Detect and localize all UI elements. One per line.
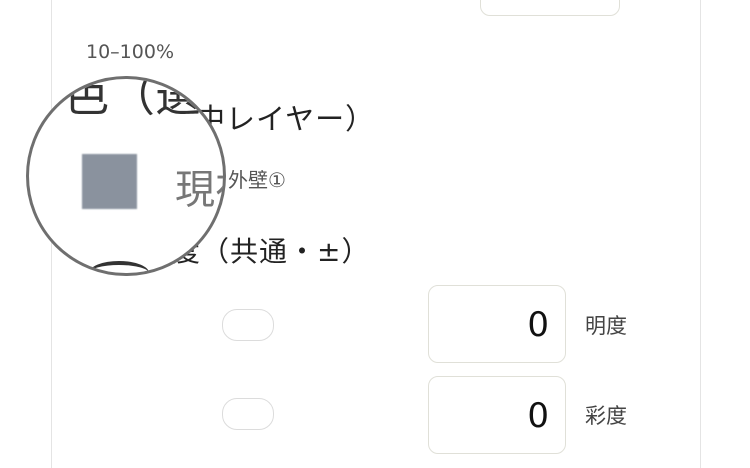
saturation-toggle[interactable]	[222, 398, 274, 430]
brightness-toggle[interactable]	[222, 309, 274, 341]
opacity-input[interactable]	[480, 0, 620, 16]
current-color-swatch	[82, 154, 137, 209]
opacity-range-hint: 10–100%	[86, 41, 174, 63]
magnified-current-text: 現在	[175, 167, 223, 213]
brightness-input[interactable]: 0	[428, 285, 566, 363]
color-section-heading: 中レイヤー）	[196, 102, 376, 136]
saturation-label: 彩度	[585, 404, 627, 428]
current-layer-name: 外壁①	[228, 168, 286, 192]
saturation-input[interactable]: 0	[428, 376, 566, 454]
magnified-heading-text: 色（選	[63, 76, 201, 122]
magnifier-lens: 色（選 現在	[26, 76, 226, 276]
brightness-label: 明度	[585, 314, 627, 338]
